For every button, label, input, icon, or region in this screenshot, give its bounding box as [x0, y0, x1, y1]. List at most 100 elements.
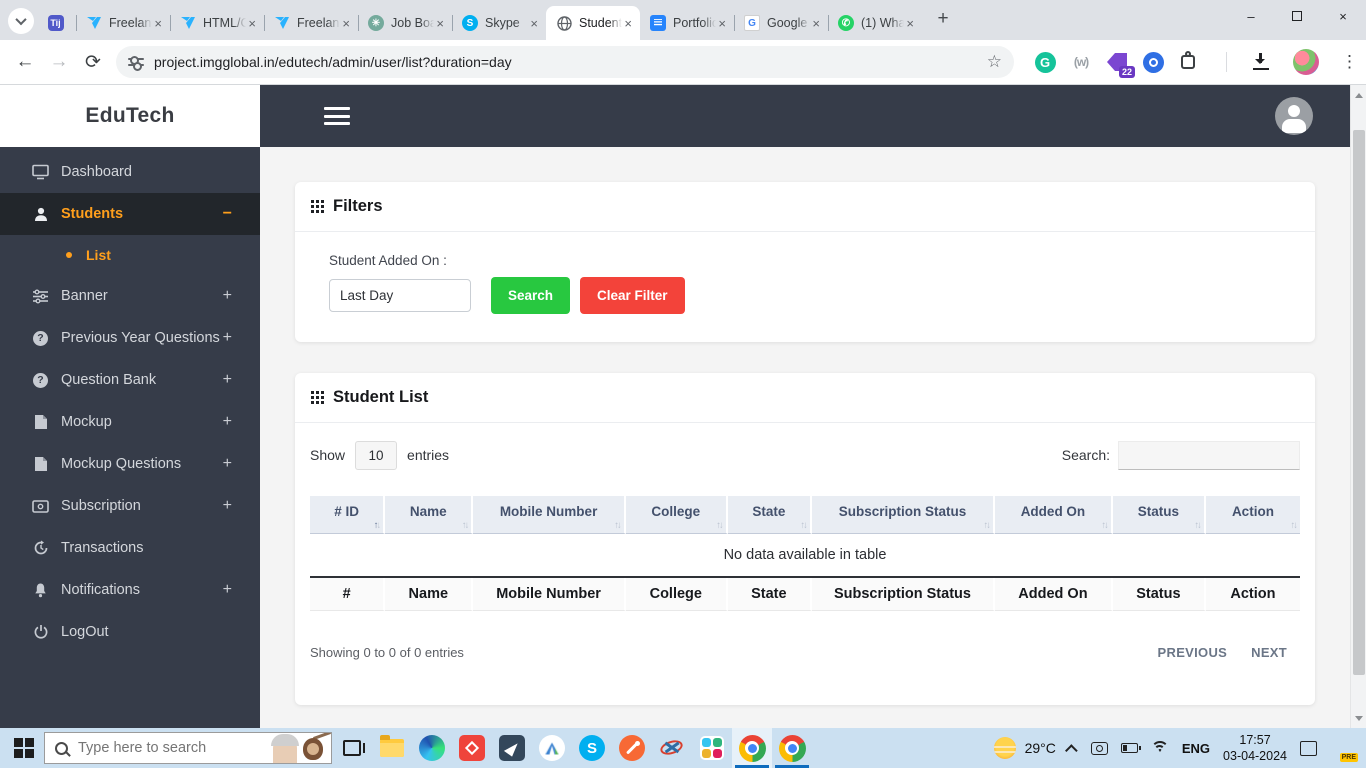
copilot-icon[interactable]: PRE: [1330, 736, 1358, 762]
tab-close-icon[interactable]: ×: [810, 17, 822, 30]
tab-htmlcss[interactable]: HTML/CS ×: [170, 6, 264, 40]
temperature-label[interactable]: 29°C: [1025, 740, 1056, 756]
windows-start-icon[interactable]: [14, 738, 34, 758]
column-header-subscription[interactable]: Subscription Status ↑↓: [811, 496, 996, 534]
back-button[interactable]: ←: [8, 45, 42, 79]
tab-skype[interactable]: S Skype ×: [452, 6, 546, 40]
tab-portfolio[interactable]: Portfolio ×: [640, 6, 734, 40]
taskbar-search-input[interactable]: [78, 740, 267, 756]
chrome-icon-2[interactable]: [772, 728, 812, 768]
table-search-input[interactable]: [1118, 440, 1300, 470]
previous-page-button[interactable]: PREVIOUS: [1158, 645, 1228, 660]
blue-extension-icon[interactable]: [1142, 51, 1164, 73]
address-bar[interactable]: project.imgglobal.in/edutech/admin/user/…: [116, 46, 1014, 78]
expand-plus-icon[interactable]: +: [223, 287, 232, 305]
browser-profile-avatar[interactable]: [1293, 49, 1319, 75]
anydesk-icon[interactable]: [452, 728, 492, 768]
tab-close-icon[interactable]: ×: [152, 17, 164, 30]
tab-close-icon[interactable]: ×: [904, 17, 916, 30]
w-extension-icon[interactable]: (w): [1070, 51, 1092, 73]
wifi-icon[interactable]: [1150, 741, 1169, 755]
bookmark-star-icon[interactable]: ☆: [987, 52, 1002, 72]
compass-app-icon[interactable]: [532, 728, 572, 768]
sidebar-item-banner[interactable]: Banner +: [0, 275, 260, 317]
maximize-button[interactable]: [1274, 0, 1320, 32]
column-header-status[interactable]: Status ↑↓: [1112, 496, 1206, 534]
column-header-mobile[interactable]: Mobile Number ↑↓: [473, 496, 626, 534]
dark-blue-app-icon[interactable]: [492, 728, 532, 768]
downloads-icon[interactable]: [1251, 52, 1271, 72]
sidebar-item-notifications[interactable]: Notifications +: [0, 569, 260, 611]
column-header-added-on[interactable]: Added On ↑↓: [995, 496, 1113, 534]
tab-close-icon[interactable]: ×: [340, 17, 352, 30]
tab-freelancer-1[interactable]: Freelance ×: [76, 6, 170, 40]
search-button[interactable]: Search: [491, 277, 571, 314]
clear-filter-button[interactable]: Clear Filter: [580, 277, 685, 314]
tab-close-icon[interactable]: ×: [716, 17, 728, 30]
collapse-minus-icon[interactable]: −: [223, 205, 232, 223]
page-size-select[interactable]: 10: [355, 440, 398, 470]
next-page-button[interactable]: NEXT: [1251, 645, 1287, 660]
column-header-id[interactable]: # ID ↑↓: [310, 496, 386, 534]
language-label[interactable]: ENG: [1182, 741, 1210, 756]
weather-icon[interactable]: [993, 737, 1016, 759]
expand-plus-icon[interactable]: +: [223, 581, 232, 599]
sidebar-item-question-bank[interactable]: ? Question Bank +: [0, 359, 260, 401]
tab-google-translate[interactable]: G Google T ×: [734, 6, 828, 40]
scroll-down-arrow[interactable]: [1351, 712, 1366, 726]
sidebar-item-logout[interactable]: LogOut: [0, 611, 260, 653]
battery-icon[interactable]: [1120, 743, 1141, 753]
sidebar-item-list[interactable]: List: [0, 235, 260, 275]
scroll-up-arrow[interactable]: [1351, 87, 1366, 101]
user-avatar[interactable]: [1275, 97, 1313, 135]
tab-student-active[interactable]: Student ×: [546, 6, 640, 40]
reload-button[interactable]: ⟳: [76, 45, 110, 79]
forward-button[interactable]: →: [42, 45, 76, 79]
sidebar-item-previous-year-questions[interactable]: ? Previous Year Questions +: [0, 317, 260, 359]
purple-extension-icon[interactable]: 22: [1106, 51, 1135, 78]
column-header-name[interactable]: Name ↑↓: [385, 496, 474, 534]
page-scrollbar[interactable]: [1350, 85, 1366, 728]
chrome-menu-icon[interactable]: ⋮: [1341, 52, 1358, 72]
chrome-icon[interactable]: [732, 728, 772, 768]
task-view-icon[interactable]: [332, 728, 372, 768]
snipping-tool-icon[interactable]: [652, 728, 692, 768]
expand-plus-icon[interactable]: +: [223, 455, 232, 473]
close-window-button[interactable]: ×: [1320, 0, 1366, 32]
screen-cast-icon[interactable]: [1090, 741, 1108, 755]
sidebar-item-transactions[interactable]: Transactions: [0, 527, 260, 569]
postman-icon[interactable]: [612, 728, 652, 768]
tray-chevron-up-icon[interactable]: [1064, 743, 1078, 757]
sidebar-item-students[interactable]: Students −: [0, 193, 260, 235]
clock[interactable]: 17:57 03-04-2024: [1223, 732, 1287, 765]
tab-close-icon[interactable]: ×: [434, 17, 446, 30]
sidebar-item-dashboard[interactable]: Dashboard: [0, 151, 260, 193]
tab-close-icon[interactable]: ×: [622, 17, 634, 30]
student-added-on-input[interactable]: [329, 279, 471, 312]
sidebar-item-mockup-questions[interactable]: Mockup Questions +: [0, 443, 260, 485]
url-text[interactable]: project.imgglobal.in/edutech/admin/user/…: [154, 54, 987, 70]
tab-freelancer-2[interactable]: Freelance ×: [264, 6, 358, 40]
brand-logo[interactable]: EduTech: [0, 85, 260, 147]
scrollbar-thumb[interactable]: [1353, 130, 1365, 675]
site-settings-icon[interactable]: [128, 54, 144, 71]
tab-close-icon[interactable]: ×: [246, 17, 258, 30]
minimize-button[interactable]: –: [1228, 0, 1274, 32]
column-header-college[interactable]: College ↑↓: [625, 496, 728, 534]
column-header-state[interactable]: State ↑↓: [727, 496, 812, 534]
notification-center-icon[interactable]: [1300, 740, 1317, 756]
tab-job-board[interactable]: ✳ Job Boar ×: [358, 6, 452, 40]
hamburger-menu-icon[interactable]: [324, 107, 350, 130]
skype-icon[interactable]: S: [572, 728, 612, 768]
tab-whatsapp[interactable]: ✆ (1) What ×: [828, 6, 922, 40]
sidebar-item-mockup[interactable]: Mockup +: [0, 401, 260, 443]
extensions-puzzle-icon[interactable]: [1178, 51, 1198, 72]
grammarly-icon[interactable]: G: [1034, 51, 1056, 73]
taskbar-search-box[interactable]: [44, 732, 332, 764]
pinned-tab-teams[interactable]: Tij: [42, 6, 76, 40]
sidebar-item-subscription[interactable]: Subscription +: [0, 485, 260, 527]
expand-plus-icon[interactable]: +: [223, 329, 232, 347]
new-tab-button[interactable]: +: [930, 6, 956, 32]
expand-plus-icon[interactable]: +: [223, 413, 232, 431]
edge-icon[interactable]: [412, 728, 452, 768]
